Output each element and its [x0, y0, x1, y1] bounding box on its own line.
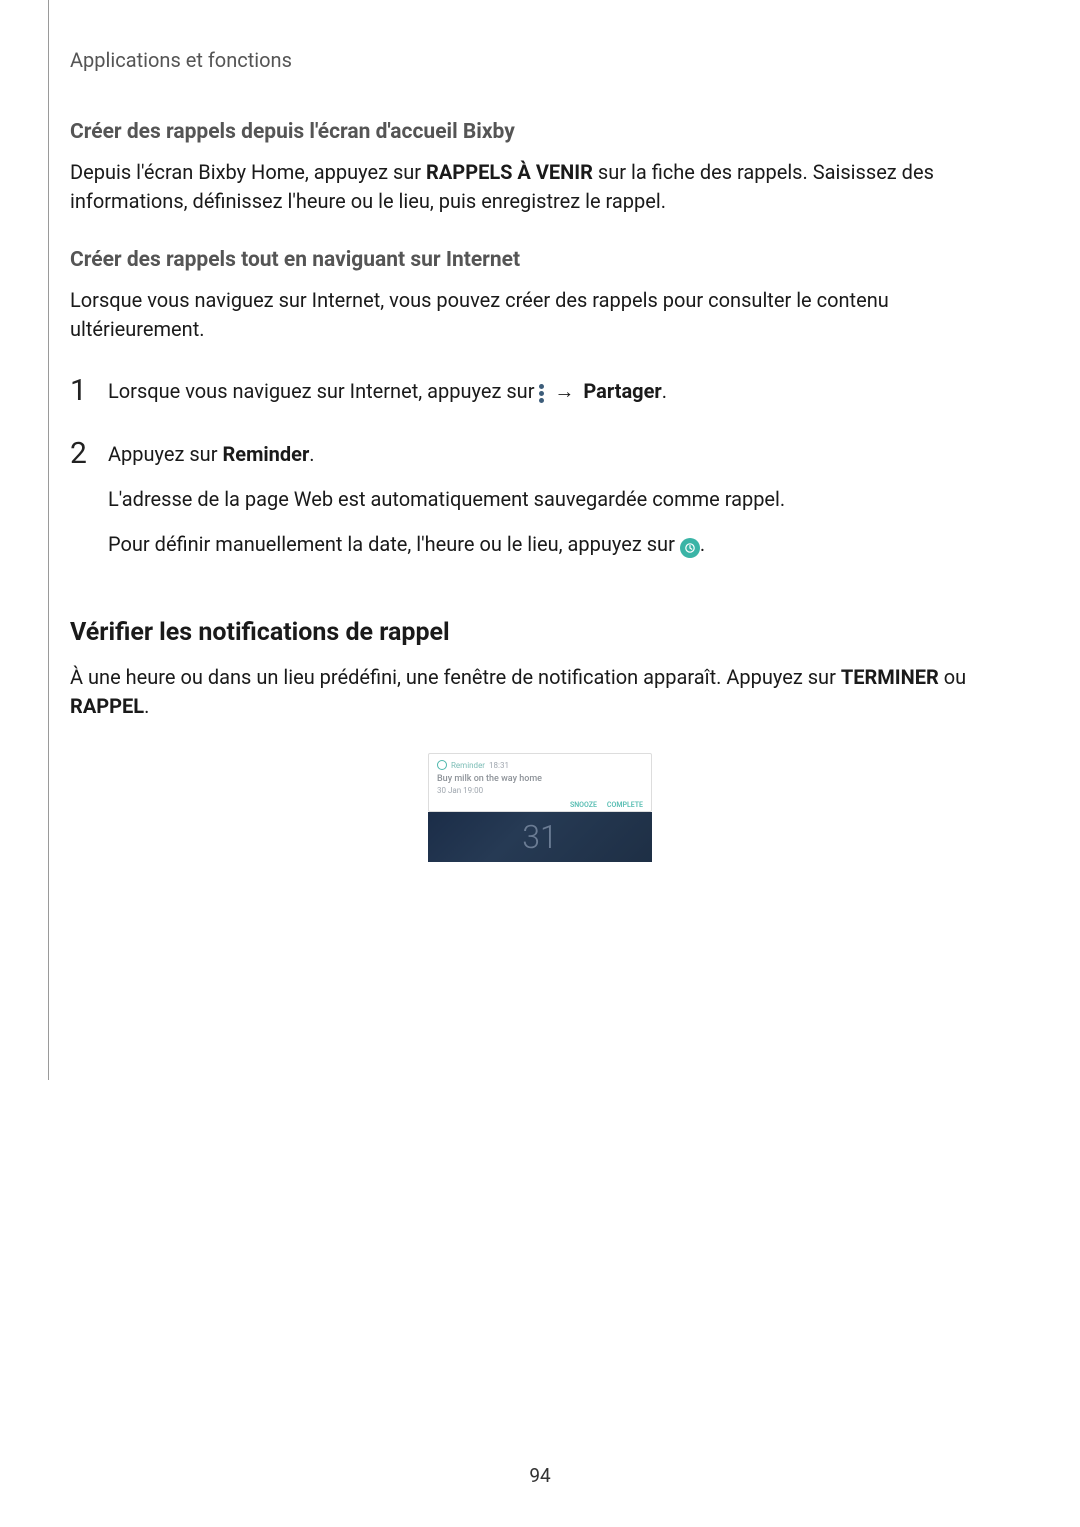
- wallpaper-date-number: 31: [522, 818, 558, 856]
- step-body: Lorsque vous naviguez sur Internet, appu…: [108, 376, 1010, 421]
- notification-card: Reminder 18:31 Buy milk on the way home …: [428, 753, 652, 812]
- page-number: 94: [0, 1464, 1080, 1487]
- notification-time: 18:31: [489, 761, 509, 770]
- subsection-heading-internet: Créer des rappels tout en naviguant sur …: [70, 248, 1010, 272]
- text: ou: [939, 665, 966, 689]
- clock-icon: [680, 538, 700, 558]
- notification-mock: Reminder 18:31 Buy milk on the way home …: [428, 753, 652, 862]
- notification-app-name: Reminder: [451, 761, 485, 770]
- label-reminder: Reminder: [222, 442, 309, 466]
- step-2-note-1: L'adresse de la page Web est automatique…: [108, 484, 1010, 515]
- section-heading-verify: Vérifier les notifications de rappel: [70, 618, 1010, 647]
- arrow-icon: →: [554, 376, 574, 407]
- more-options-icon: [539, 382, 545, 400]
- paragraph-bixby: Depuis l'écran Bixby Home, appuyez sur R…: [70, 158, 1010, 216]
- text: À une heure ou dans un lieu prédéfini, u…: [70, 665, 841, 689]
- paragraph-internet-intro: Lorsque vous naviguez sur Internet, vous…: [70, 286, 1010, 344]
- text: Lorsque vous naviguez sur Internet, appu…: [108, 379, 539, 403]
- text: Appuyez sur: [108, 442, 222, 466]
- notification-action-complete[interactable]: COMPLETE: [607, 801, 643, 809]
- step-2: 2 Appuyez sur Reminder. L'adresse de la …: [70, 439, 1010, 574]
- notification-title: Buy milk on the way home: [437, 774, 643, 784]
- label-rappels-a-venir: RAPPELS À VENIR: [426, 160, 593, 184]
- label-partager: Partager: [583, 379, 661, 403]
- step-body: Appuyez sur Reminder. L'adresse de la pa…: [108, 439, 1010, 574]
- breadcrumb: Applications et fonctions: [70, 48, 1010, 72]
- label-terminer: TERMINER: [841, 665, 939, 689]
- paragraph-verify: À une heure ou dans un lieu prédéfini, u…: [70, 663, 1010, 721]
- step-1: 1 Lorsque vous naviguez sur Internet, ap…: [70, 376, 1010, 421]
- subsection-heading-bixby: Créer des rappels depuis l'écran d'accue…: [70, 120, 1010, 144]
- text: .: [662, 379, 667, 403]
- notification-subtitle: 30 Jan 19:00: [437, 786, 643, 795]
- text: .: [309, 442, 314, 466]
- step-number: 1: [70, 376, 108, 406]
- step-number: 2: [70, 439, 108, 469]
- text: Pour définir manuellement la date, l'heu…: [108, 532, 680, 556]
- page-cut-line: [48, 0, 49, 1080]
- reminder-app-icon: [437, 760, 447, 770]
- notification-action-snooze[interactable]: SNOOZE: [570, 801, 597, 809]
- label-rappel: RAPPEL: [70, 694, 144, 718]
- text: .: [144, 694, 149, 718]
- text: Depuis l'écran Bixby Home, appuyez sur: [70, 160, 426, 184]
- notification-wallpaper: 31: [428, 812, 652, 862]
- text: .: [700, 532, 705, 556]
